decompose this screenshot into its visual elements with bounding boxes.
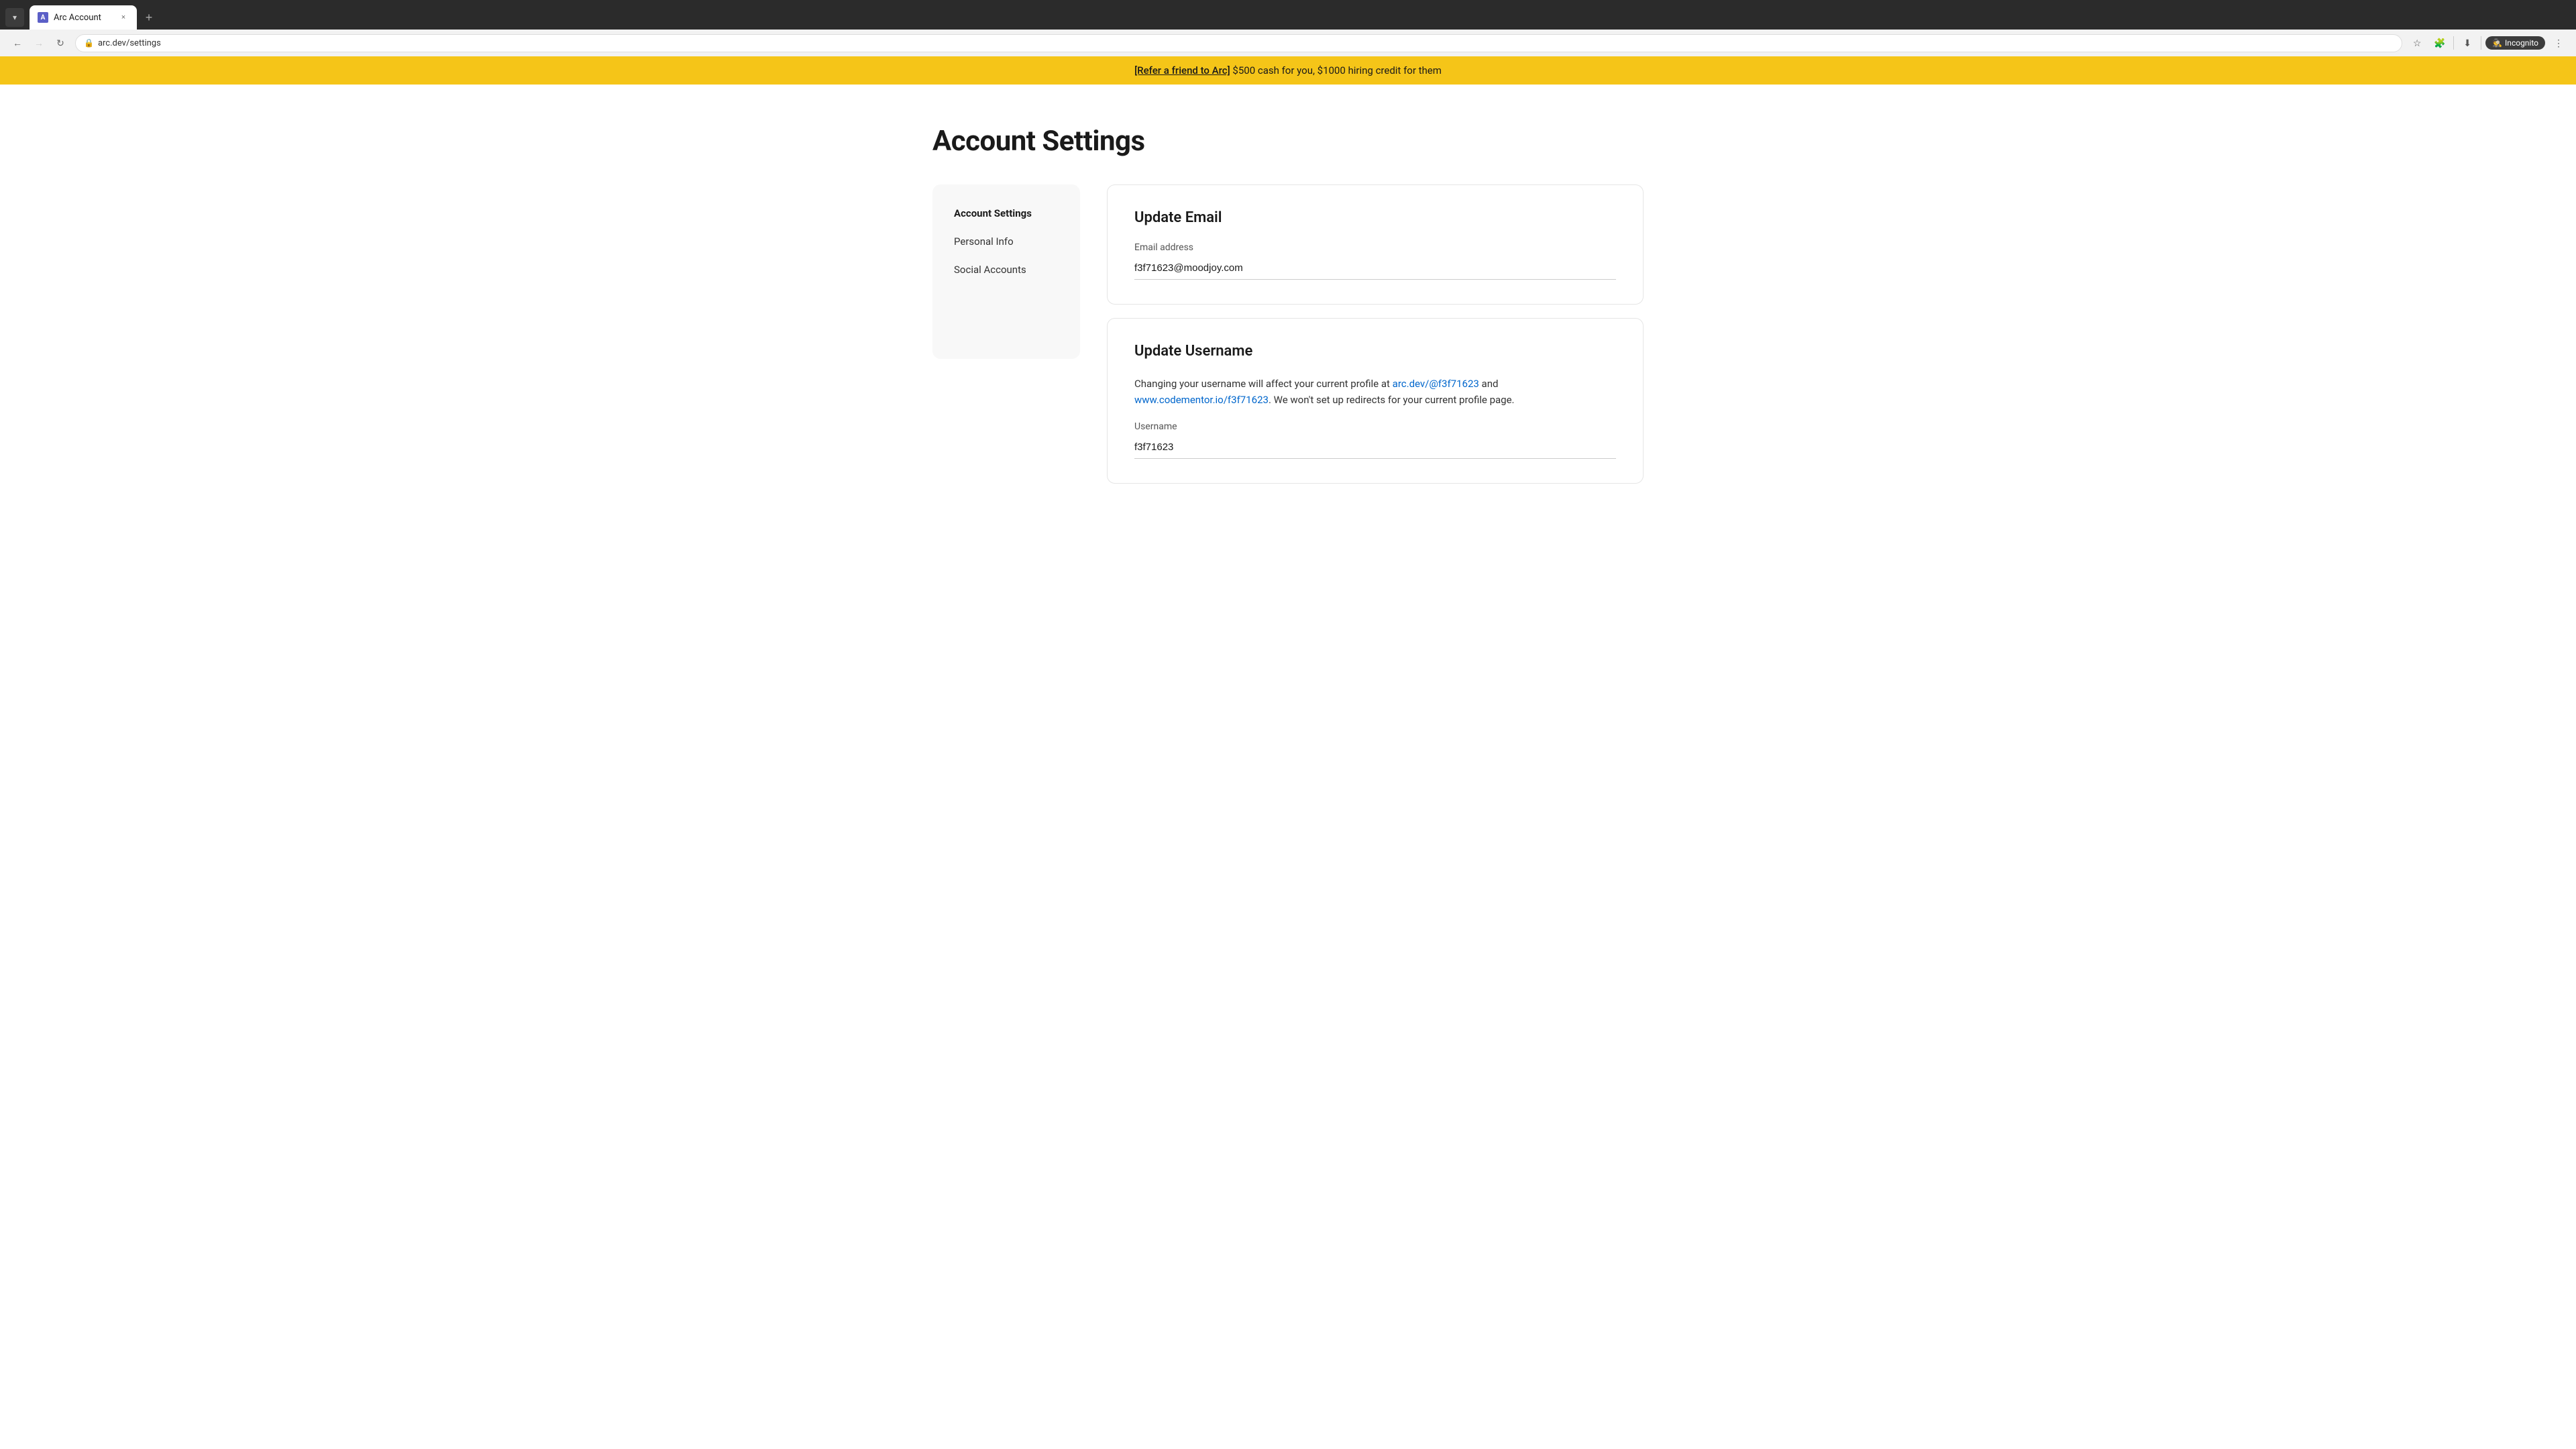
sidebar-item-account-settings[interactable]: Account Settings <box>946 201 1067 226</box>
update-username-title: Update Username <box>1134 343 1616 360</box>
tab-title: Arc Account <box>54 13 113 23</box>
sidebar: Account Settings Personal Info Social Ac… <box>932 184 1080 359</box>
forward-button[interactable]: → <box>30 34 48 52</box>
sidebar-nav: Account Settings Personal Info Social Ac… <box>946 201 1067 282</box>
email-form-group: Email address <box>1134 242 1616 280</box>
browser-controls: ← → ↻ 🔒 arc.dev/settings ☆ 🧩 ⬇ 🕵 Incogni… <box>0 30 2576 56</box>
tab-switcher-button[interactable]: ▾ <box>5 8 24 27</box>
back-button[interactable]: ← <box>8 34 27 52</box>
description-after: . We won't set up redirects for your cur… <box>1269 394 1515 406</box>
banner-text: $500 cash for you, $1000 hiring credit f… <box>1230 64 1442 76</box>
incognito-label: Incognito <box>2505 38 2538 48</box>
incognito-badge: 🕵 Incognito <box>2485 36 2545 50</box>
address-bar[interactable]: 🔒 arc.dev/settings <box>75 34 2402 52</box>
divider <box>2453 36 2454 50</box>
description-middle: and <box>1479 378 1499 390</box>
main-area: Update Email Email address Update Userna… <box>1107 184 1644 484</box>
update-username-card: Update Username Changing your username w… <box>1107 318 1644 484</box>
tab-bar: ▾ A Arc Account × + <box>0 0 2576 30</box>
reload-button[interactable]: ↻ <box>51 34 70 52</box>
active-tab[interactable]: A Arc Account × <box>30 5 137 30</box>
main-container: Account Settings Account Settings Person… <box>919 85 1657 511</box>
arc-profile-link[interactable]: arc.dev/@f3f71623 <box>1393 378 1479 390</box>
username-input[interactable] <box>1134 436 1616 459</box>
tab-close-button[interactable]: × <box>118 12 129 23</box>
sidebar-item-personal-info[interactable]: Personal Info <box>946 229 1067 254</box>
new-tab-button[interactable]: + <box>140 8 158 27</box>
username-description: Changing your username will affect your … <box>1134 376 1616 408</box>
download-button[interactable]: ⬇ <box>2458 34 2477 52</box>
update-email-title: Update Email <box>1134 209 1616 226</box>
email-label: Email address <box>1134 242 1616 253</box>
layout: Account Settings Personal Info Social Ac… <box>932 184 1644 484</box>
more-options-button[interactable]: ⋮ <box>2549 34 2568 52</box>
sidebar-item-social-accounts[interactable]: Social Accounts <box>946 257 1067 282</box>
codementor-link[interactable]: www.codementor.io/f3f71623 <box>1134 394 1269 406</box>
tab-favicon: A <box>38 12 48 23</box>
email-input[interactable] <box>1134 257 1616 280</box>
page-title: Account Settings <box>932 125 1644 158</box>
page-content: [Refer a friend to Arc] $500 cash for yo… <box>0 56 2576 511</box>
username-label: Username <box>1134 421 1616 432</box>
description-before: Changing your username will affect your … <box>1134 378 1393 390</box>
extensions-button[interactable]: 🧩 <box>2430 34 2449 52</box>
referral-banner: [Refer a friend to Arc] $500 cash for yo… <box>0 56 2576 85</box>
username-form-group: Username <box>1134 421 1616 459</box>
update-email-card: Update Email Email address <box>1107 184 1644 305</box>
incognito-icon: 🕵 <box>2492 38 2502 48</box>
nav-buttons: ← → ↻ <box>8 34 70 52</box>
security-icon: 🔒 <box>84 38 94 48</box>
browser-actions: ☆ 🧩 ⬇ 🕵 Incognito ⋮ <box>2408 34 2568 52</box>
referral-link[interactable]: [Refer a friend to Arc] <box>1134 64 1230 76</box>
browser-chrome: ▾ A Arc Account × + ← → ↻ 🔒 arc.dev/sett… <box>0 0 2576 56</box>
bookmark-button[interactable]: ☆ <box>2408 34 2426 52</box>
url-text: arc.dev/settings <box>98 38 161 48</box>
